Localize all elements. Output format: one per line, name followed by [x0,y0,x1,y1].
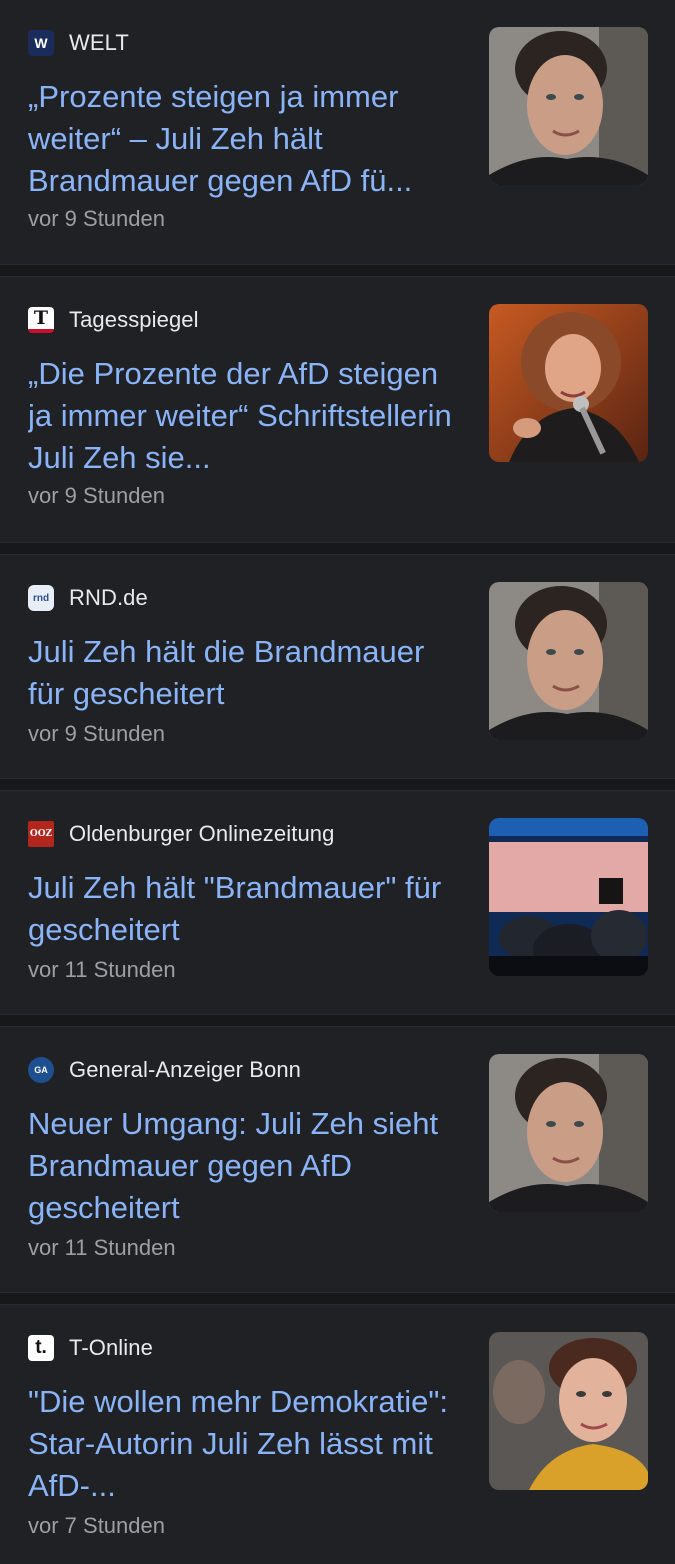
article-headline[interactable]: „Die Prozente der AfD steigen ja immer w… [28,353,468,479]
article-card[interactable]: GA General-Anzeiger Bonn Neuer Umgang: J… [0,1027,675,1292]
article-headline[interactable]: „Prozente steigen ja immer weiter“ – Jul… [28,76,468,202]
rnd-logo-icon: rnd [28,585,54,611]
source-name: General-Anzeiger Bonn [69,1057,302,1082]
article-headline[interactable]: Juli Zeh hält die Brandmauer für geschei… [28,631,468,715]
source-name: WELT [69,30,129,55]
article-headline[interactable]: Neuer Umgang: Juli Zeh sieht Brandmauer … [28,1103,468,1229]
welt-logo-icon: W [28,30,54,56]
article-card[interactable]: rnd RND.de Juli Zeh hält die Brandmauer … [0,555,675,778]
article-card[interactable]: t. T-Online "Die wollen mehr Demokratie"… [0,1305,675,1555]
tagesspiegel-logo-icon: T [28,307,54,333]
source-name: T-Online [69,1335,153,1360]
news-feed: W WELT „Prozente steigen ja immer weiter… [0,0,675,1555]
card-separator [0,264,675,277]
source-name: Tagesspiegel [69,307,199,332]
article-headline[interactable]: "Die wollen mehr Demokratie": Star-Autor… [28,1381,468,1507]
article-time: vor 11 Stunden [28,1235,176,1260]
article-time: vor 9 Stunden [28,206,165,231]
article-thumbnail[interactable] [489,27,648,185]
article-time: vor 7 Stunden [28,1513,165,1538]
ooz-logo-icon: OOZ [28,821,54,847]
source-row: T Tagesspiegel [28,305,199,335]
article-card[interactable]: W WELT „Prozente steigen ja immer weiter… [0,0,675,264]
source-row: OOZ Oldenburger Onlinezeitung [28,819,334,849]
card-separator [0,1292,675,1305]
article-time: vor 9 Stunden [28,721,165,746]
source-row: GA General-Anzeiger Bonn [28,1055,301,1085]
card-separator [0,1014,675,1027]
card-separator [0,778,675,791]
article-time: vor 11 Stunden [28,957,176,982]
article-thumbnail[interactable] [489,582,648,740]
source-row: rnd RND.de [28,583,148,613]
article-thumbnail[interactable] [489,1332,648,1490]
article-thumbnail[interactable] [489,1054,648,1212]
article-thumbnail[interactable] [489,818,648,976]
article-card[interactable]: T Tagesspiegel „Die Prozente der AfD ste… [0,277,675,542]
article-card[interactable]: OOZ Oldenburger Onlinezeitung Juli Zeh h… [0,791,675,1014]
t-online-logo-icon: t. [28,1335,54,1361]
source-row: t. T-Online [28,1333,153,1363]
article-thumbnail[interactable] [489,304,648,462]
card-separator [0,542,675,555]
source-name: RND.de [69,585,148,610]
source-row: W WELT [28,28,129,58]
general-anzeiger-logo-icon: GA [28,1057,54,1083]
article-time: vor 9 Stunden [28,483,165,508]
source-name: Oldenburger Onlinezeitung [69,821,335,846]
article-headline[interactable]: Juli Zeh hält "Brandmauer" für gescheite… [28,867,468,951]
